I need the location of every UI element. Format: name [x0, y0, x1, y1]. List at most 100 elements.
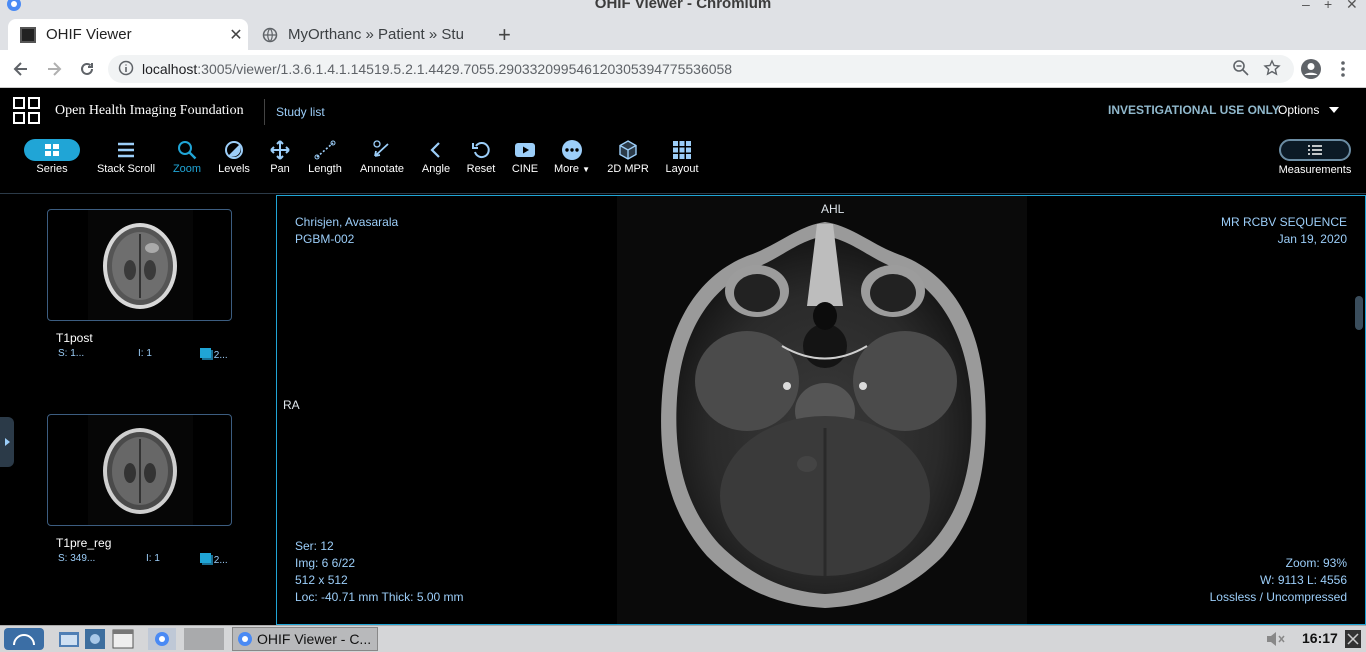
image-number-overlay: Img: 6 6/22 — [295, 556, 356, 570]
cine-label: CINE — [511, 163, 539, 175]
patient-name: Chrisjen, Avasarala — [295, 215, 399, 229]
image-viewport[interactable]: Chrisjen, Avasarala PGBM-002 MR RCBV SEQ… — [276, 195, 1366, 625]
length-tool[interactable]: Length — [304, 137, 346, 175]
pan-label: Pan — [270, 163, 290, 175]
minimize-button[interactable]: – — [1302, 0, 1310, 12]
url-host: localhost — [142, 61, 198, 77]
series-thumbnail[interactable] — [47, 414, 232, 526]
instance-count-text: 2... — [213, 555, 228, 566]
globe-icon — [262, 27, 278, 42]
forward-arrow-icon[interactable] — [45, 60, 63, 78]
study-list-link[interactable]: Study list — [264, 99, 325, 125]
close-window-button[interactable]: ✕ — [1346, 0, 1358, 13]
ruler-icon — [314, 140, 336, 160]
brand-name[interactable]: Open Health Imaging Foundation — [55, 103, 244, 119]
taskbar-window-ohif[interactable]: OHIF Viewer - C... — [232, 627, 378, 651]
angle-label: Angle — [421, 163, 451, 175]
terminal-window-icon[interactable] — [112, 628, 134, 650]
orientation-left: RA — [283, 398, 300, 412]
taskbar-blank-slot[interactable] — [184, 628, 224, 650]
series-number: S: 349... — [58, 553, 96, 564]
zoom-overlay: Zoom: 93% — [1285, 556, 1347, 570]
study-date: Jan 19, 2020 — [1277, 232, 1347, 246]
settings-panel-icon[interactable] — [84, 628, 106, 650]
reset-label: Reset — [466, 163, 496, 175]
instance-count: 2... — [200, 348, 228, 361]
browser-navbar: localhost:3005/viewer/1.3.6.1.4.1.14519.… — [0, 50, 1366, 88]
maximize-button[interactable]: + — [1324, 0, 1332, 12]
zoom-tool[interactable]: Zoom — [167, 137, 207, 175]
info-icon[interactable] — [118, 60, 134, 76]
series-number-overlay: Ser: 12 — [295, 539, 334, 553]
pan-tool[interactable]: Pan — [262, 137, 298, 175]
length-label: Length — [308, 163, 342, 175]
patient-id: PGBM-002 — [295, 232, 355, 246]
tab-ohif-viewer[interactable]: OHIF Viewer ✕ — [8, 19, 248, 50]
move-arrows-icon — [270, 140, 290, 160]
browser-menu-icon[interactable] — [1340, 60, 1346, 78]
angle-tool[interactable]: Angle — [418, 137, 454, 175]
series-label: T1post — [56, 331, 93, 345]
tab-strip: OHIF Viewer ✕ MyOrthanc » Patient » Stu … — [0, 14, 1366, 50]
window-level-overlay: W: 9113 L: 4556 — [1260, 573, 1347, 587]
panel-handle[interactable] — [0, 417, 14, 467]
file-manager-icon[interactable] — [58, 628, 80, 650]
series-panel: T1post S: 1... I: 1 2... T1pre_reg S: 34… — [0, 195, 276, 625]
window-title: OHIF Viewer - Chromium — [594, 0, 772, 12]
ellipsis-icon — [562, 140, 582, 160]
annotate-label: Annotate — [359, 163, 405, 175]
new-tab-button[interactable]: + — [498, 22, 511, 48]
magnifier-icon — [178, 141, 197, 160]
profile-avatar-icon[interactable] — [1300, 58, 1322, 80]
stack-scroll-tool[interactable]: Stack Scroll — [96, 137, 156, 175]
viewer-toolbar: Series Stack Scroll Zoom Levels Pan Leng… — [0, 131, 1366, 194]
measurements-toggle-button[interactable]: Measurements — [1276, 137, 1354, 176]
more-tools-button[interactable]: More ▼ — [551, 137, 593, 175]
start-menu-icon[interactable] — [4, 628, 44, 650]
zoom-lens-icon[interactable] — [1232, 59, 1250, 77]
ohif-header: Open Health Imaging Foundation Study lis… — [0, 89, 1366, 131]
series-number: S: 1... — [58, 348, 85, 359]
instance-count-text: 2... — [213, 350, 228, 361]
ohif-logo-icon[interactable] — [13, 97, 41, 125]
mpr-button[interactable]: 2D MPR — [604, 137, 652, 175]
instance-number: I: 1 — [138, 348, 152, 359]
options-label: Options — [1278, 103, 1320, 117]
series-label: T1pre_reg — [56, 536, 112, 550]
reload-icon[interactable] — [78, 60, 96, 78]
series-description: MR RCBV SEQUENCE — [1220, 215, 1347, 229]
series-thumbnail[interactable] — [47, 209, 232, 321]
volume-muted-icon[interactable] — [1264, 628, 1286, 650]
tab-close-icon[interactable]: ✕ — [224, 25, 248, 45]
stack-scroll-label: Stack Scroll — [96, 163, 156, 175]
ohif-favicon-icon — [20, 26, 36, 43]
cube-icon — [619, 140, 637, 160]
options-menu[interactable]: Options — [1278, 103, 1339, 117]
mri-thumbnail-image — [88, 415, 193, 525]
series-label: Series — [36, 163, 68, 175]
undo-icon — [472, 142, 490, 159]
show-desktop-icon[interactable] — [1344, 628, 1362, 650]
video-play-icon — [515, 143, 535, 157]
annotate-tool[interactable]: Annotate — [356, 137, 408, 175]
image-scroll-thumb[interactable] — [1355, 296, 1363, 330]
levels-tool[interactable]: Levels — [214, 137, 254, 175]
orientation-top: AHL — [821, 202, 845, 216]
cine-button[interactable]: CINE — [508, 137, 542, 175]
tab-label: MyOrthanc » Patient » Stu — [288, 26, 464, 43]
layout-button[interactable]: Layout — [662, 137, 702, 175]
reset-button[interactable]: Reset — [464, 137, 498, 175]
levels-label: Levels — [218, 163, 250, 175]
chromium-launcher-icon[interactable] — [148, 628, 176, 650]
series-toggle-button[interactable]: Series — [22, 137, 82, 175]
bookmark-star-icon[interactable] — [1263, 59, 1281, 77]
os-taskbar: OHIF Viewer - C... 16:17 — [0, 625, 1366, 652]
clock: 16:17 — [1302, 630, 1338, 646]
mri-thumbnail-image — [88, 210, 193, 320]
address-bar[interactable]: localhost:3005/viewer/1.3.6.1.4.1.14519.… — [108, 55, 1294, 83]
instance-count: 2... — [200, 553, 228, 566]
url-text: localhost:3005/viewer/1.3.6.1.4.1.14519.… — [142, 61, 732, 77]
back-arrow-icon[interactable] — [12, 60, 30, 78]
expand-arrow-icon — [5, 438, 10, 446]
tab-myorthanc[interactable]: MyOrthanc » Patient » Stu — [250, 19, 486, 50]
